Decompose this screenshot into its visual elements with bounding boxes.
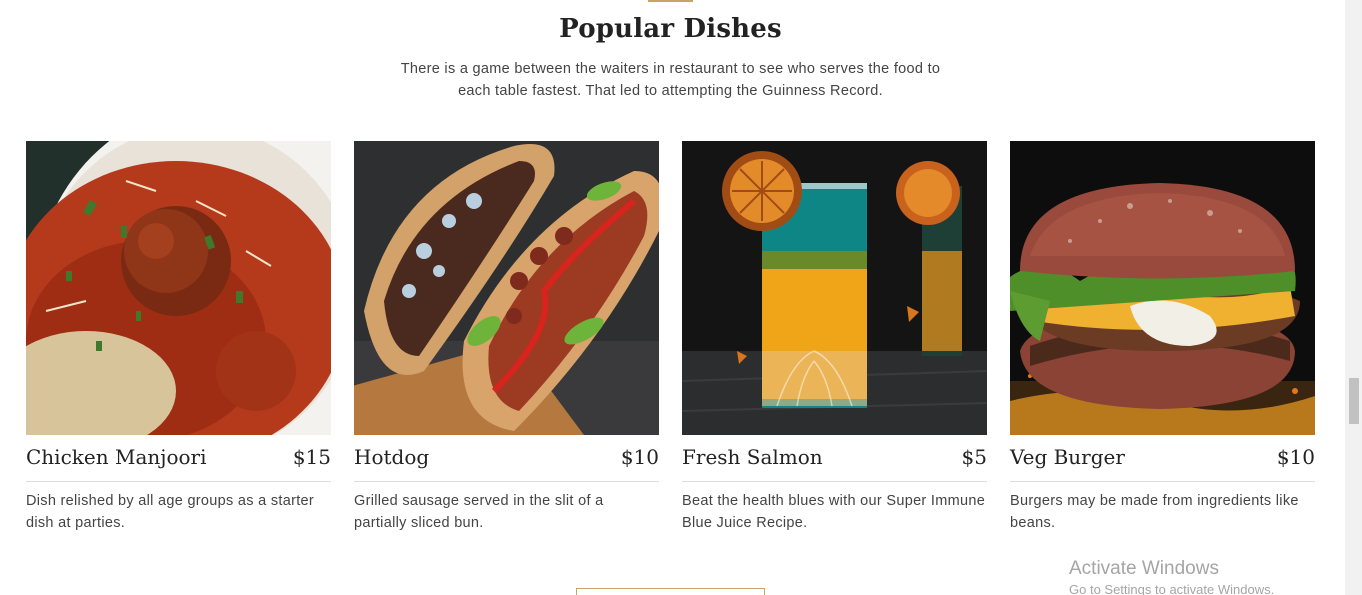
juice-glass-image: [682, 141, 987, 435]
burger-photo[interactable]: [1010, 141, 1315, 435]
dish-name[interactable]: Chicken Manjoori: [26, 445, 207, 469]
activate-windows-title: Activate Windows: [1069, 558, 1219, 579]
dish-description: Dish relished by all age groups as a sta…: [26, 493, 315, 531]
dish-description: Burgers may be made from ingredients lik…: [1010, 493, 1299, 531]
hotdog-photo[interactable]: [354, 141, 659, 435]
view-more-button[interactable]: [576, 588, 765, 595]
dish-card-fresh-salmon[interactable]: Fresh Salmon $5 Beat the health blues wi…: [682, 141, 987, 534]
dish-price: $15: [292, 445, 331, 469]
pasta-meatball-image: [26, 141, 331, 435]
activate-windows-watermark: Activate Windows Go to Settings to activ…: [1069, 558, 1274, 595]
vertical-scrollbar[interactable]: [1345, 0, 1362, 595]
activate-windows-subtitle: Go to Settings to activate Windows.: [1069, 582, 1275, 595]
dish-name[interactable]: Veg Burger: [1010, 445, 1125, 469]
scrollbar-thumb[interactable]: [1349, 378, 1359, 424]
dish-name[interactable]: Hotdog: [354, 445, 429, 469]
dish-card-veg-burger[interactable]: Veg Burger $10 Burgers may be made from …: [1010, 141, 1315, 534]
dish-name[interactable]: Fresh Salmon: [682, 445, 823, 469]
pasta-meatball-photo[interactable]: [26, 141, 331, 435]
dish-price: $5: [961, 445, 987, 469]
dish-description: Beat the health blues with our Super Imm…: [682, 493, 986, 531]
accent-rule: [648, 0, 693, 2]
juice-glass-photo[interactable]: [682, 141, 987, 435]
dish-card-chicken-manjoori[interactable]: Chicken Manjoori $15 Dish relished by al…: [26, 141, 331, 534]
section-title: Popular Dishes: [559, 14, 782, 44]
dish-description: Grilled sausage served in the slit of a …: [354, 493, 604, 531]
dish-price: $10: [1276, 445, 1315, 469]
hotdog-image: [354, 141, 659, 435]
dish-price: $10: [620, 445, 659, 469]
dish-card-hotdog[interactable]: Hotdog $10 Grilled sausage served in the…: [354, 141, 659, 534]
burger-image: [1010, 141, 1315, 435]
section-description: There is a game between the waiters in r…: [400, 61, 941, 99]
